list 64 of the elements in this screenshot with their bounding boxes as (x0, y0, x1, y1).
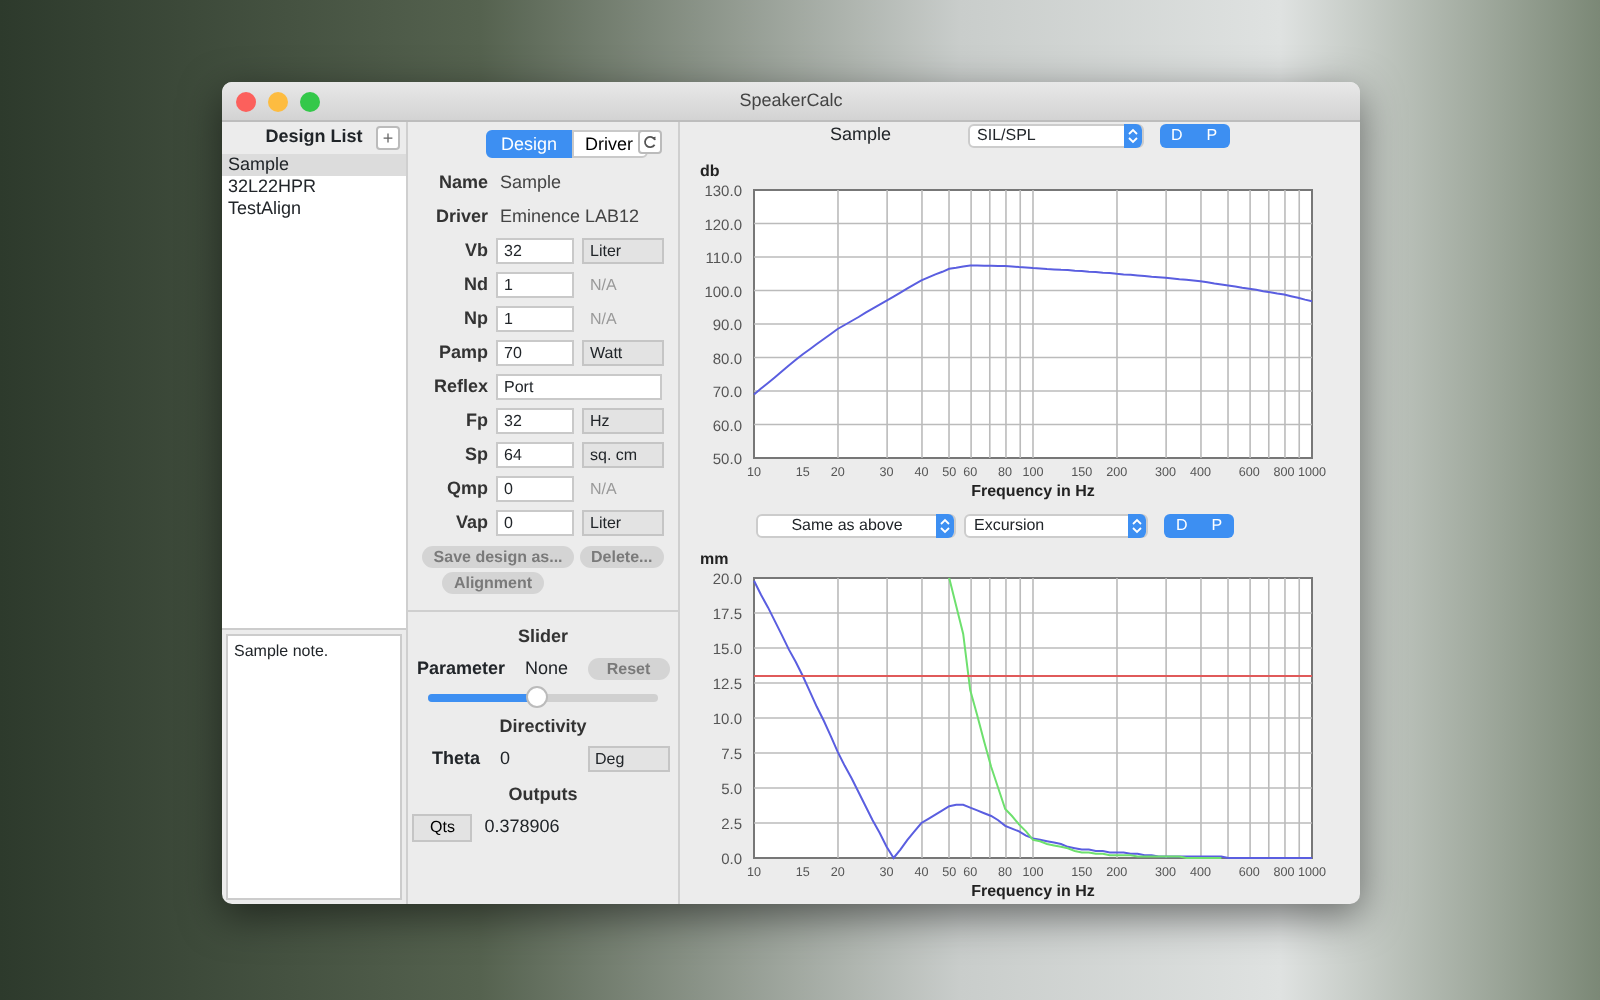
stepper-icon (940, 517, 950, 533)
field-label: Fp (464, 408, 488, 434)
input-field[interactable]: 32 (496, 238, 574, 265)
field-label: Nd (462, 272, 488, 298)
field-label: Np (462, 306, 488, 332)
unit-field[interactable]: Liter (582, 238, 664, 265)
input-field[interactable]: 32 (496, 408, 574, 435)
note-field[interactable]: Sample note. (226, 634, 402, 900)
input-field[interactable]: 1 (496, 306, 574, 333)
field-label: Parameter (417, 655, 506, 681)
field-value: None (525, 655, 569, 681)
field-label: Reflex (431, 374, 488, 400)
field-label: Sp (462, 442, 488, 468)
field-label: Theta (432, 745, 481, 772)
axis-title: mm (700, 549, 729, 567)
field-label: Driver (433, 204, 488, 230)
stepper-icon (1132, 517, 1142, 533)
field-label: Pamp (436, 340, 488, 366)
add-button[interactable]: + (376, 126, 400, 150)
unit-label: N/A (588, 273, 617, 298)
refresh-button[interactable] (638, 130, 662, 154)
select-field[interactable]: Excursion (964, 513, 1148, 537)
section-title: Outputs (506, 781, 580, 808)
unit-label: N/A (588, 477, 617, 502)
field-label: Vap (453, 510, 488, 536)
axis-title: Frequency in Hz (971, 881, 1095, 899)
input-field[interactable]: 0 (496, 476, 574, 503)
list-item[interactable]: TestAlign (222, 198, 406, 220)
section-title: Slider (515, 623, 570, 650)
zoom-icon[interactable] (300, 91, 320, 111)
select-field[interactable]: Same as above (756, 513, 956, 537)
unit-field[interactable]: Deg (587, 746, 669, 772)
list-item[interactable]: Sample (222, 154, 406, 176)
input-field[interactable]: 70 (496, 340, 574, 367)
input-field[interactable]: 0 (496, 510, 574, 537)
select-field[interactable]: SIL/SPL (967, 123, 1144, 148)
stepper-icon (1127, 127, 1138, 144)
minimize-icon[interactable] (268, 91, 288, 111)
output-value: 0.378906 (484, 813, 560, 840)
unit-field[interactable]: Hz (582, 408, 664, 435)
field-label: Name (436, 170, 488, 196)
field-label: Qmp (444, 476, 488, 502)
list-title: Design List (265, 124, 363, 151)
slider-thumb[interactable] (526, 686, 549, 708)
unit-field[interactable]: sq. cm (582, 442, 664, 469)
output-button[interactable]: Qts (412, 813, 473, 841)
input-field[interactable]: 1 (496, 272, 574, 299)
close-icon[interactable] (236, 91, 256, 111)
field-label: Vb (462, 238, 488, 264)
refresh-icon (642, 134, 658, 150)
unit-label: N/A (588, 307, 617, 332)
input-field[interactable]: 64 (496, 442, 574, 469)
input-field[interactable]: Port (496, 374, 662, 401)
axis-title: Frequency in Hz (971, 481, 1095, 499)
chart-caption: Sample (830, 122, 892, 148)
field-value: Eminence LAB12 (498, 204, 640, 230)
unit-field[interactable]: Watt (582, 340, 664, 367)
field-value: Sample (498, 170, 562, 196)
list-item[interactable]: 32L22HPR (222, 176, 406, 198)
window-title: SpeakerCalc (739, 89, 843, 110)
axis-title: db (700, 161, 720, 179)
field-value: 0 (500, 745, 511, 772)
section-title: Directivity (497, 714, 589, 740)
unit-field[interactable]: Liter (582, 510, 664, 537)
